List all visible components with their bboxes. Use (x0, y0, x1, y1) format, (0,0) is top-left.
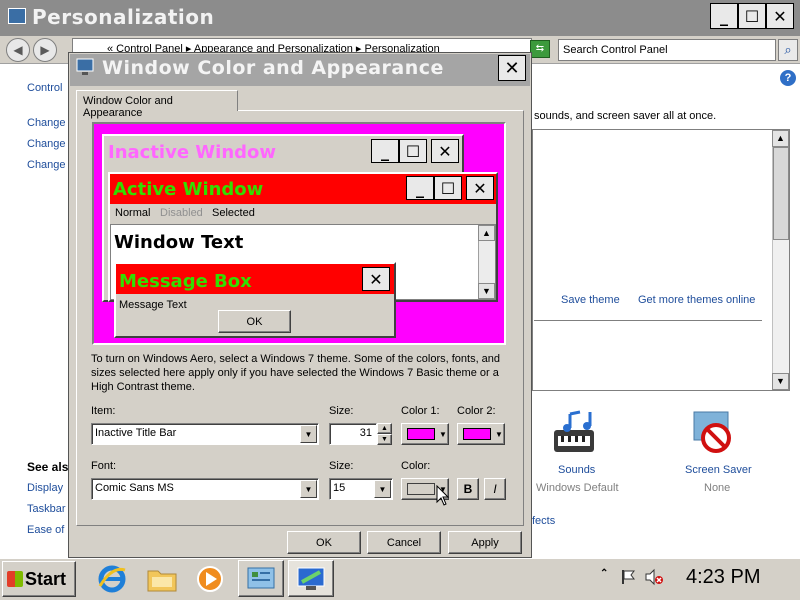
apply-button[interactable]: Apply (448, 531, 522, 554)
forward-button[interactable]: ▶ (33, 38, 57, 62)
scroll-down-arrow[interactable]: ▼ (772, 373, 789, 390)
preview-inactive-maximize: ☐ (399, 139, 427, 163)
preview-menu-selected: Selected (212, 207, 255, 219)
color1-button[interactable]: ▼ (401, 423, 449, 445)
screen-saver-icon[interactable] (690, 408, 740, 458)
font-color-label: Color: (401, 460, 431, 472)
sidebar-link-change-1[interactable]: Change (27, 117, 66, 129)
font-size-label: Size: (329, 460, 354, 472)
personalization-app-icon (8, 8, 26, 24)
font-size-dropdown-arrow[interactable]: ▼ (374, 480, 391, 498)
volume-muted-icon[interactable] (644, 568, 664, 586)
item-size-label: Size: (329, 405, 354, 417)
item-dropdown-arrow[interactable]: ▼ (300, 425, 317, 443)
color2-button[interactable]: ▼ (457, 423, 505, 445)
search-input[interactable]: Search Control Panel (558, 39, 776, 61)
window-title: Personalization (32, 5, 215, 29)
font-label: Font: (91, 460, 117, 472)
italic-button[interactable]: I (484, 478, 506, 500)
cancel-button[interactable]: Cancel (367, 531, 441, 554)
color2-label: Color 2: (457, 405, 496, 417)
sidebar-link-control-panel[interactable]: Control (27, 82, 62, 94)
preview-scroll-up: ▲ (478, 225, 495, 241)
mouse-cursor-icon (436, 484, 450, 507)
tab-window-color[interactable]: Window Color and Appearance (76, 90, 238, 119)
see-also-taskbar[interactable]: Taskbar (27, 503, 66, 515)
color1-swatch (407, 428, 435, 440)
font-color-swatch (407, 483, 435, 495)
save-theme-link[interactable]: Save theme (561, 294, 620, 306)
dialog-app-icon (76, 58, 96, 76)
dialog-title: Window Color and Appearance (102, 57, 444, 79)
item-select[interactable]: Inactive Title Bar (91, 423, 319, 445)
color1-arrow-icon: ▼ (439, 429, 447, 439)
preview-inactive-minimize: _ (371, 139, 399, 163)
item-label: Item: (91, 405, 116, 417)
item-size-input[interactable]: 31 (329, 423, 377, 445)
refresh-icon[interactable]: ⇆ (530, 40, 550, 58)
effects-link[interactable]: fects (532, 515, 555, 527)
preview-active-title: Active Window (113, 179, 264, 200)
font-dropdown-arrow[interactable]: ▼ (300, 480, 317, 498)
search-icon[interactable]: ⌕ (778, 39, 798, 61)
scroll-thumb[interactable] (773, 147, 789, 240)
aero-info-text: To turn on Windows Aero, select a Window… (91, 353, 501, 393)
preview-message-text: Message Text (119, 299, 187, 311)
back-button[interactable]: ◀ (6, 38, 30, 62)
ok-button[interactable]: OK (287, 531, 361, 554)
screen-saver-value: None (704, 482, 731, 494)
sounds-value: Windows Default (536, 482, 619, 494)
color2-arrow-icon: ▼ (495, 429, 503, 439)
see-also-heading: See als (27, 460, 69, 474)
sounds-label[interactable]: Sounds (558, 464, 595, 476)
action-center-flag-icon[interactable] (620, 568, 638, 586)
close-button[interactable]: ✕ (766, 3, 794, 29)
show-hidden-icons-chevron-icon[interactable]: ⌃ (600, 568, 610, 588)
item-size-spinner[interactable]: ▲ ▼ (377, 423, 392, 445)
get-more-themes-link[interactable]: Get more themes online (638, 294, 755, 306)
preview-message-close: ✕ (362, 267, 390, 291)
sounds-icon[interactable] (550, 410, 602, 460)
screen-saver-label[interactable]: Screen Saver (685, 464, 752, 476)
start-button[interactable]: Start (2, 561, 76, 597)
scroll-up-arrow[interactable]: ▲ (772, 130, 789, 147)
theme-list[interactable] (532, 129, 790, 391)
taskbar-clock[interactable]: 4:23 PM (686, 566, 760, 589)
preview-scroll-down: ▼ (478, 283, 495, 299)
sidebar-link-change-2[interactable]: Change (27, 138, 66, 150)
maximize-button[interactable]: ☐ (738, 3, 766, 29)
preview-active-minimize: _ (406, 176, 434, 200)
color2-swatch (463, 428, 491, 440)
personalization-icon[interactable] (288, 560, 334, 597)
preview-active-maximize: ☐ (434, 176, 462, 200)
preview-window-text: Window Text (114, 232, 244, 253)
sidebar-link-change-3[interactable]: Change (27, 159, 66, 171)
minimize-button[interactable]: _ (710, 3, 738, 29)
internet-explorer-icon[interactable] (90, 561, 134, 597)
bold-button[interactable]: B (457, 478, 479, 500)
preview-menu-disabled: Disabled (160, 207, 203, 219)
preview-ok-button: OK (218, 310, 291, 333)
intro-text: sounds, and screen saver all at once. (534, 110, 717, 122)
color1-label: Color 1: (401, 405, 440, 417)
control-panel-icon[interactable] (238, 560, 284, 597)
preview-inactive-close: ✕ (431, 139, 459, 163)
preview-inactive-title: Inactive Window (108, 142, 277, 163)
preview-active-close: ✕ (466, 176, 494, 200)
spinner-down-arrow[interactable]: ▼ (377, 434, 392, 445)
media-player-icon[interactable] (188, 561, 232, 597)
spinner-up-arrow[interactable]: ▲ (377, 423, 392, 434)
dialog-close-button[interactable]: ✕ (498, 55, 526, 81)
preview-message-title: Message Box (119, 271, 252, 292)
windows-logo-icon (7, 571, 23, 587)
see-also-ease-of-access[interactable]: Ease of (27, 524, 64, 536)
help-icon[interactable]: ? (780, 70, 796, 86)
theme-divider (534, 320, 762, 321)
see-also-display[interactable]: Display (27, 482, 63, 494)
folder-icon[interactable] (140, 561, 184, 597)
start-label: Start (25, 568, 67, 589)
preview-menu-normal: Normal (115, 207, 151, 219)
font-select[interactable]: Comic Sans MS (91, 478, 319, 500)
